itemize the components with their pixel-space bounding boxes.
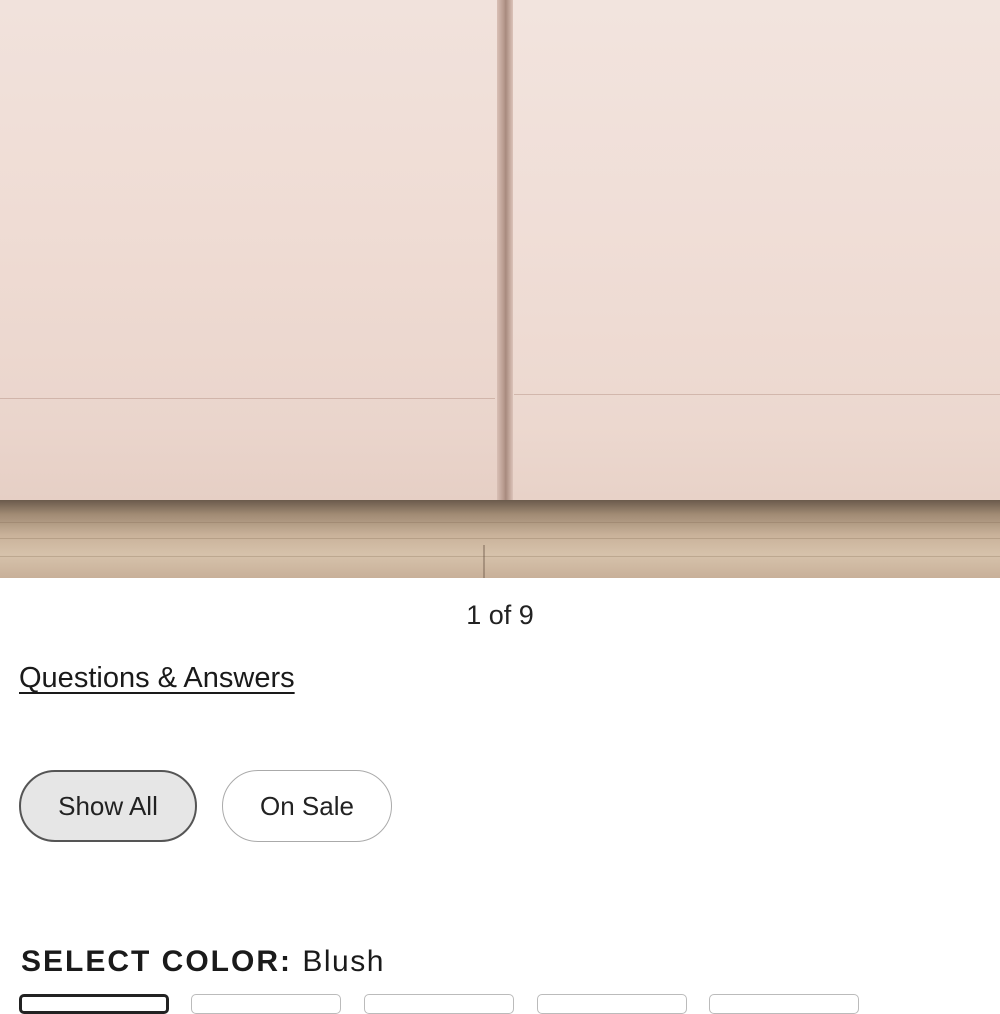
selected-color-value: Blush bbox=[302, 945, 385, 978]
bedskirt-panel-right bbox=[510, 0, 1000, 500]
filter-show-all-label: Show All bbox=[58, 790, 158, 821]
bedskirt-pleat bbox=[497, 0, 513, 505]
filter-show-all-button[interactable]: Show All bbox=[19, 770, 197, 842]
color-swatch-blush[interactable] bbox=[19, 994, 169, 1014]
questions-answers-link[interactable]: Questions & Answers bbox=[19, 662, 295, 695]
color-swatch[interactable] bbox=[537, 994, 687, 1014]
floor-grain bbox=[0, 522, 1000, 523]
hem-stitch-left bbox=[0, 398, 495, 399]
select-color-heading: SELECT COLOR: Blush bbox=[21, 945, 385, 979]
hem-stitch-right bbox=[514, 394, 1000, 395]
color-swatch[interactable] bbox=[364, 994, 514, 1014]
select-color-label: SELECT COLOR: bbox=[21, 945, 292, 978]
floor-joint bbox=[483, 545, 485, 578]
filter-on-sale-button[interactable]: On Sale bbox=[222, 770, 392, 842]
color-swatch[interactable] bbox=[709, 994, 859, 1014]
image-counter: 1 of 9 bbox=[466, 600, 534, 630]
color-swatch[interactable] bbox=[191, 994, 341, 1014]
product-image[interactable] bbox=[0, 0, 1000, 578]
filter-on-sale-label: On Sale bbox=[260, 790, 354, 821]
wood-floor bbox=[0, 500, 1000, 578]
bedskirt-panel-left bbox=[0, 0, 500, 500]
floor-grain bbox=[0, 556, 1000, 557]
floor-grain bbox=[0, 538, 1000, 539]
